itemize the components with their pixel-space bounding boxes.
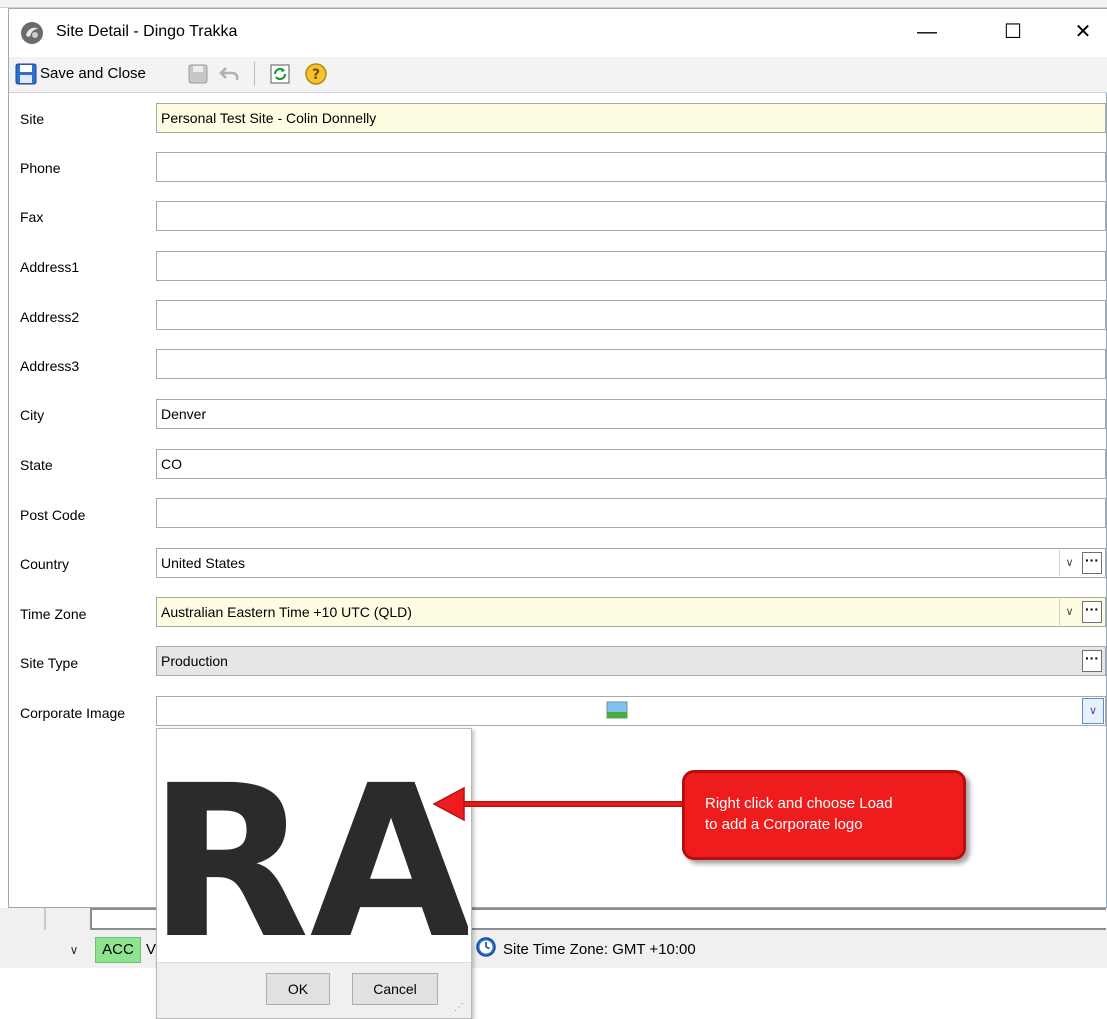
resize-grip-icon[interactable]: ⋰ [454,1002,468,1016]
background-window-edge [0,0,1107,8]
country-browse-button[interactable]: ··· [1082,552,1102,574]
callout-line-1: Right click and choose Load [705,795,893,812]
logo-text: RA [158,740,468,962]
callout-line-2: to add a Corporate logo [705,816,863,833]
app-logo-icon [20,21,44,45]
undo-icon[interactable] [218,62,242,86]
time-zone-browse-button[interactable]: ··· [1082,601,1102,623]
chevron-down-icon[interactable]: ∨ [1059,599,1079,625]
time-zone-select[interactable]: Australian Eastern Time +10 UTC (QLD) [156,597,1106,627]
annotation-callout: Right click and choose Load to add a Cor… [682,770,966,860]
site-label: Site [20,111,45,127]
time-zone-label: Time Zone [20,606,87,622]
site-type-field[interactable]: Production [156,646,1106,676]
country-select[interactable]: United States [156,548,1106,578]
address2-label: Address2 [20,309,80,325]
save-close-icon[interactable] [14,62,38,86]
address2-field[interactable] [156,300,1106,330]
city-label: City [20,407,45,423]
close-button[interactable]: ✕ [1060,14,1106,50]
status-site-time-zone: Site Time Zone: GMT +10:00 [503,941,696,958]
phone-label: Phone [20,160,61,176]
help-icon[interactable]: ? [304,62,328,86]
address3-field[interactable] [156,349,1106,379]
maximize-button[interactable]: ☐ [990,14,1036,50]
fax-label: Fax [20,209,44,225]
save-icon[interactable] [186,62,210,86]
corporate-logo-preview[interactable]: RA [158,730,468,962]
save-and-close-button[interactable]: Save and Close [40,62,180,86]
cancel-button[interactable]: Cancel [352,973,438,1005]
clock-icon [475,936,497,958]
state-field[interactable]: CO [156,449,1106,479]
corporate-image-label: Corporate Image [20,705,126,721]
annotation-arrow [432,786,684,822]
svg-text:?: ? [312,67,320,83]
image-icon [606,701,628,719]
chevron-down-icon[interactable]: ∨ [64,940,84,960]
country-label: Country [20,556,70,572]
corporate-image-select[interactable] [156,696,1106,726]
chevron-down-icon[interactable]: ∨ [1059,550,1079,576]
address1-label: Address1 [20,259,80,275]
state-label: State [20,457,53,473]
window-title: Site Detail - Dingo Trakka [56,23,238,40]
site-type-browse-button[interactable]: ··· [1082,650,1102,672]
city-field[interactable]: Denver [156,399,1106,429]
ok-button[interactable]: OK [266,973,330,1005]
minimize-button[interactable]: — [904,14,950,50]
post-code-label: Post Code [20,507,86,523]
toolbar-separator [254,62,255,86]
refresh-icon[interactable] [268,62,292,86]
phone-field[interactable] [156,152,1106,182]
address3-label: Address3 [20,358,80,374]
site-field[interactable]: Personal Test Site - Colin Donnelly [156,103,1106,133]
post-code-field[interactable] [156,498,1106,528]
fax-field[interactable] [156,201,1106,231]
acc-badge[interactable]: ACC [95,937,141,963]
chevron-down-icon[interactable]: ∨ [1082,698,1104,724]
site-type-label: Site Type [20,655,79,671]
address1-field[interactable] [156,251,1106,281]
